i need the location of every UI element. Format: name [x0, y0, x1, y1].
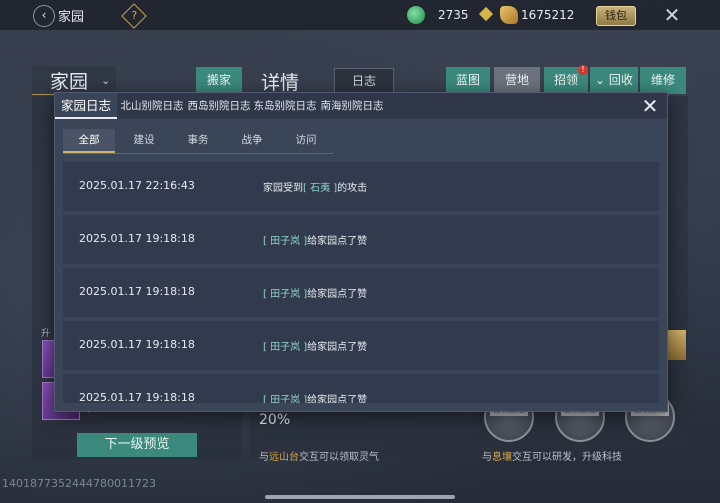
log-post: 给家园点了赞	[307, 236, 368, 247]
tab-home-log[interactable]: 家园日志	[55, 93, 117, 119]
hint-left: 与远山台交互可以领取灵气	[259, 448, 379, 463]
log-row: 2025.01.17 19:18:18 [ 田子岚 ]给家园点了赞	[63, 215, 659, 264]
tab-south-log[interactable]: 南海别院日志	[319, 93, 385, 119]
log-pre: 家园受到	[263, 183, 303, 194]
jade-amount: 2735	[438, 8, 469, 22]
alert-badge: !	[578, 65, 588, 75]
hint-right-highlight: 息壤	[492, 452, 512, 463]
modal-bottom-edge	[63, 403, 659, 411]
blueprint-button[interactable]: 蓝图	[446, 67, 490, 94]
player-name[interactable]: [ 田子岚 ]	[263, 236, 307, 247]
progress-percent: 20%	[259, 412, 291, 428]
log-row: 2025.01.17 19:18:18 [ 田子岚 ]给家园点了赞	[63, 321, 659, 370]
log-message: [ 田子岚 ]给家园点了赞	[263, 232, 367, 247]
tab-north-log[interactable]: 北山别院日志	[119, 93, 185, 119]
log-modal: 家园日志 北山别院日志 西岛别院日志 东岛别院日志 南海别院日志 ✕ 全部 建设…	[54, 92, 668, 412]
next-level-preview-button[interactable]: 下一级预览	[77, 433, 197, 457]
log-post: 给家园点了赞	[307, 342, 368, 353]
log-post: 的攻击	[337, 183, 368, 194]
log-row: 2025.01.17 19:18:18 [ 田子岚 ]给家园点了赞	[63, 268, 659, 317]
tab-west-log[interactable]: 西岛别院日志	[187, 93, 251, 119]
player-name[interactable]: [ 田子岚 ]	[263, 342, 307, 353]
back-arrow-icon[interactable]: ‹	[33, 5, 55, 27]
hint-right: 与息壤交互可以研发，升级科技	[482, 448, 622, 463]
filter-build[interactable]: 建设	[119, 129, 169, 153]
detail-title: 详情	[261, 72, 300, 94]
tab-log[interactable]: 日志	[334, 68, 394, 94]
page-title: 家园	[58, 10, 85, 25]
user-id: 1401877352444780011723	[2, 477, 156, 490]
hint-left-post: 交互可以领取灵气	[299, 452, 379, 463]
coin-amount: 1675212	[521, 8, 575, 22]
filter-tabs: 全部 建设 事务 战争 访问	[63, 129, 333, 154]
log-post: 给家园点了赞	[307, 289, 368, 300]
log-row: 2025.01.17 22:16:43 家园受到[ 石夷 ]的攻击	[63, 162, 659, 211]
camp-button[interactable]: 营地	[494, 67, 540, 94]
log-tabs: 家园日志 北山别院日志 西岛别院日志 东岛别院日志 南海别院日志	[55, 93, 667, 119]
hint-right-post: 交互可以研发，升级科技	[512, 452, 622, 463]
home-indicator	[265, 495, 455, 499]
coin-currency-icon	[500, 6, 518, 24]
filter-affairs[interactable]: 事务	[173, 129, 223, 153]
player-name[interactable]: [ 田子岚 ]	[263, 289, 307, 300]
home-title: 家园	[50, 71, 89, 93]
recycle-label: 回收	[608, 73, 633, 87]
filter-war[interactable]: 战争	[227, 129, 277, 153]
chevron-down-icon[interactable]: ⌄	[101, 74, 110, 87]
close-icon[interactable]: ✕	[660, 3, 684, 27]
log-time: 2025.01.17 22:16:43	[79, 179, 195, 192]
log-time: 2025.01.17 19:18:18	[79, 338, 195, 351]
upgrade-label: 升	[41, 329, 51, 339]
player-name[interactable]: [ 石夷 ]	[303, 183, 337, 194]
tab-east-log[interactable]: 东岛别院日志	[253, 93, 317, 119]
close-icon[interactable]: ✕	[639, 95, 661, 117]
hint-right-pre: 与	[482, 452, 492, 463]
hint-left-highlight: 远山台	[269, 452, 299, 463]
log-time: 2025.01.17 19:18:18	[79, 232, 195, 245]
move-home-button[interactable]: 搬家	[196, 67, 242, 93]
log-message: 家园受到[ 石夷 ]的攻击	[263, 179, 367, 194]
repair-button[interactable]: 维修	[640, 67, 686, 94]
filter-all[interactable]: 全部	[63, 129, 115, 153]
log-message: [ 田子岚 ]给家园点了赞	[263, 338, 367, 353]
filter-visit[interactable]: 访问	[281, 129, 331, 153]
wallet-button[interactable]: 钱包	[596, 6, 636, 26]
recycle-button[interactable]: ⌄ 回收	[590, 67, 638, 94]
jade-currency-icon	[407, 6, 425, 24]
hint-left-pre: 与	[259, 452, 269, 463]
log-time: 2025.01.17 19:18:18	[79, 285, 195, 298]
log-message: [ 田子岚 ]给家园点了赞	[263, 285, 367, 300]
